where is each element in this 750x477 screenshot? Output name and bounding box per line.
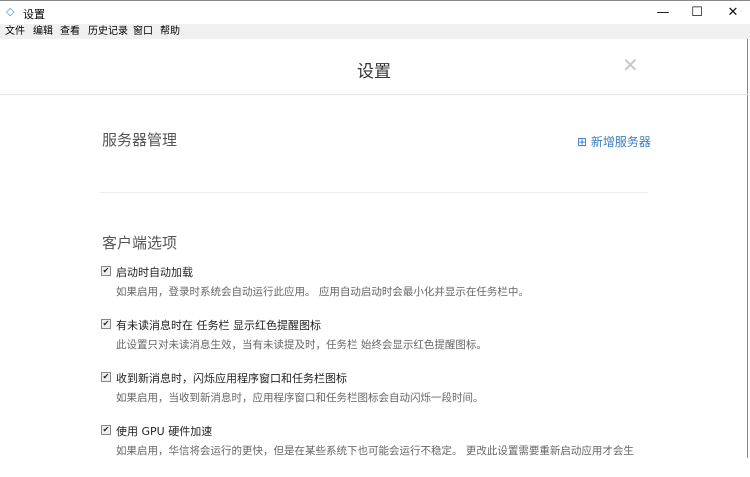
minimize-button[interactable]: —	[648, 3, 678, 23]
settings-header: 设置 ✕	[0, 39, 748, 95]
option-desc: 如果启用，华信将会运行的更快，但是在某些系统下也可能会运行不稳定。 更改此设置需…	[116, 445, 634, 457]
add-server-label: 新增服务器	[590, 135, 651, 149]
option-desc: 如果启用，当收到新消息时，应用程序窗口和任务栏图标会自动闪烁一段时间。	[116, 392, 484, 404]
server-management-heading: 服务器管理	[102, 131, 178, 149]
menu-help[interactable]: 帮助	[160, 24, 180, 39]
option-label: 使用 GPU 硬件加速	[116, 425, 213, 438]
option-desc: 此设置只对未读消息生效，当有未读提及时，任务栏 始终会显示红色提醒图标。	[116, 339, 487, 351]
menu-file[interactable]: 文件	[5, 24, 25, 39]
option-label: 启动时自动加载	[116, 266, 193, 279]
add-icon: ⊞	[577, 135, 588, 149]
option-desc: 如果启用，登录时系统会自动运行此应用。 应用自动启动时会最小化并显示在任务栏中。	[116, 286, 529, 298]
menu-bar: 文件 编辑 查看 历史记录 窗口 帮助	[0, 24, 750, 39]
menu-edit[interactable]: 编辑	[33, 24, 53, 39]
window-title: 设置	[23, 8, 45, 21]
maximize-button[interactable]: ☐	[682, 3, 712, 23]
close-window-button[interactable]: ✕	[718, 3, 748, 23]
auto-launch-checkbox[interactable]: ✔	[101, 266, 111, 276]
add-server-button[interactable]: ⊞ 新增服务器	[577, 133, 651, 150]
menu-window[interactable]: 窗口	[133, 24, 153, 39]
option-label: 有未读消息时在 任务栏 显示红色提醒图标	[116, 319, 321, 332]
divider	[100, 192, 648, 193]
menu-history[interactable]: 历史记录	[88, 24, 128, 39]
gpu-acceleration-checkbox[interactable]: ✔	[101, 425, 111, 435]
client-options-heading: 客户端选项	[102, 234, 178, 252]
flash-window-checkbox[interactable]: ✔	[101, 372, 111, 382]
unread-badge-checkbox[interactable]: ✔	[101, 319, 111, 329]
title-bar: ◇ 设置 — ☐ ✕	[0, 0, 750, 24]
menu-view[interactable]: 查看	[60, 24, 80, 39]
option-label: 收到新消息时，闪烁应用程序窗口和任务栏图标	[116, 372, 347, 385]
close-settings-icon[interactable]: ✕	[622, 53, 639, 77]
app-icon: ◇	[6, 5, 15, 18]
settings-panel: 设置 ✕ 服务器管理 ⊞ 新增服务器 客户端选项 ✔ 启动时自动加载 如果启用，…	[0, 39, 748, 458]
